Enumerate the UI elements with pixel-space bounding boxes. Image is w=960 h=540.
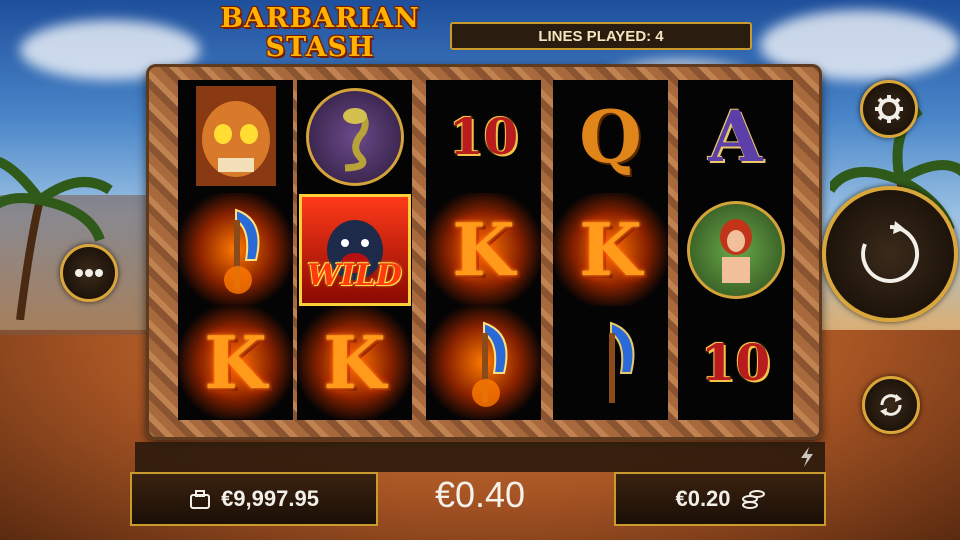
symbol-skull-mask [178,80,293,193]
letter-10: 10 [700,333,771,392]
symbol-warrior-woman [678,193,793,306]
axe-icon [223,208,259,294]
spin-arrow-icon [861,221,920,283]
letter-10: 10 [448,107,519,166]
reel-5: A 10 [678,80,793,420]
balance-value: €9,997.95 [221,486,319,511]
reel-3: 10 K [426,80,541,420]
letter-k: K [323,320,386,405]
axe-icon [608,321,634,403]
letter-a: A [708,95,763,178]
symbol-a: A [678,80,793,193]
balance-display: €9,997.95 [130,472,378,526]
coin-stack-icon [741,490,765,509]
reel-1: K [178,80,293,420]
warrior-woman-icon [686,200,785,299]
reel-4: Q K [553,80,668,420]
symbol-axe [553,306,668,419]
coin-value-display[interactable]: €0.20 [614,472,826,526]
gear-icon [875,95,903,123]
bottom-bar [135,442,825,472]
lightning-icon[interactable] [798,446,816,468]
title-line-1: BARBARIAN [220,3,420,34]
total-bet-value[interactable]: €0.40 [400,470,560,520]
letter-k: K [204,320,267,405]
wallet-icon [190,490,211,509]
lines-played-label: LINES PLAYED: 4 [538,27,664,45]
coin-value: €0.20 [675,486,731,511]
skull-mask-icon [195,86,276,186]
letter-k: K [452,207,515,292]
reel-2: WILD K [297,80,412,420]
menu-button[interactable] [60,244,118,302]
letter-q: Q [579,94,642,179]
title-line-2: STASH [265,32,375,63]
spin-button[interactable] [822,186,958,322]
more-dots-icon [75,269,103,277]
symbol-k: K [178,306,293,419]
symbol-k: K [553,193,668,306]
symbol-ten: 10 [426,80,541,193]
game-title-logo: BARBARIAN STASH [205,4,435,62]
symbol-cobra [297,80,412,193]
autoplay-button[interactable] [862,376,920,434]
symbol-k: K [297,306,412,419]
wild-gorilla-icon: WILD [298,193,411,306]
symbol-axe [426,306,541,419]
autoplay-icon [880,394,902,416]
settings-button[interactable] [860,80,918,138]
letter-k: K [579,207,642,292]
wild-label: WILD [307,257,402,293]
symbol-ten: 10 [678,306,793,419]
lines-played-display: LINES PLAYED: 4 [450,22,752,50]
cobra-icon [305,87,404,186]
axe-icon [471,321,507,407]
symbol-k: K [426,193,541,306]
symbol-q: Q [553,80,668,193]
symbol-axe [178,193,293,306]
symbol-wild: WILD [297,193,412,306]
